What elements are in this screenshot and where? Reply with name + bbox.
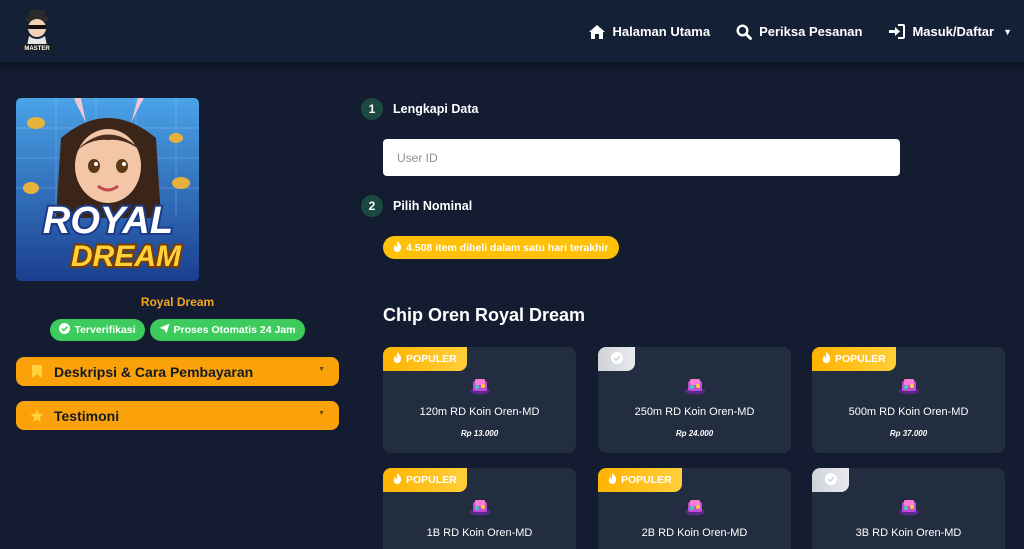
search-icon xyxy=(736,23,752,40)
product-name: 2B RD Koin Oren-MD xyxy=(641,527,748,539)
product-name: 250m RD Koin Oren-MD xyxy=(634,406,755,418)
chip-icon xyxy=(469,377,491,395)
step-2-label: Pilih Nominal xyxy=(393,199,473,213)
popular-flag: POPULER xyxy=(812,347,896,371)
nav-check-order[interactable]: Periksa Pesanan xyxy=(736,23,863,40)
chip-icon xyxy=(898,377,920,395)
fire-icon xyxy=(393,352,402,366)
home-icon xyxy=(588,24,606,40)
product-price: Rp 37.000 xyxy=(889,429,928,438)
product-name: 120m RD Koin Oren-MD xyxy=(419,406,540,418)
step-1-label: Lengkapi Data xyxy=(393,102,479,116)
product-section-title: Chip Oren Royal Dream xyxy=(383,305,586,325)
step-1: 1 Lengkapi Data xyxy=(361,98,478,120)
step-2-number: 2 xyxy=(361,195,383,217)
popular-flag: POPULER xyxy=(598,468,682,492)
product-card[interactable]: POPULER 500m RD Koin Oren-MD Rp 37.000 xyxy=(812,347,1005,453)
accordion-testimonials-label: Testimoni xyxy=(54,407,120,424)
chevron-down-icon: ▼ xyxy=(318,366,325,373)
product-card[interactable]: 3B RD Koin Oren-MD xyxy=(812,468,1005,549)
product-name: 3B RD Koin Oren-MD xyxy=(855,527,962,539)
product-card[interactable]: 250m RD Koin Oren-MD Rp 24.000 xyxy=(598,347,791,453)
nav-links: Halaman Utama Periksa Pesanan Masuk/Daft… xyxy=(588,0,1012,63)
chip-icon xyxy=(684,498,706,516)
product-price: Rp 24.000 xyxy=(675,429,714,438)
fire-icon xyxy=(393,473,402,487)
game-name: Royal Dream xyxy=(140,295,215,309)
user-id-input[interactable] xyxy=(383,139,900,176)
popular-flag: POPULER xyxy=(383,347,467,371)
logo-text: MASTER xyxy=(24,46,50,52)
game-image-text-bottom: DREAM xyxy=(71,240,182,273)
site-logo[interactable]: MASTER xyxy=(16,6,58,56)
popular-flag-label: POPULER xyxy=(406,474,457,486)
step-1-number: 1 xyxy=(361,98,383,120)
accordion-description-label: Deskripsi & Cara Pembayaran xyxy=(54,363,254,380)
sold-today-badge: 4.508 item dibeli dalam satu hari terakh… xyxy=(383,236,619,259)
product-card[interactable]: POPULER 2B RD Koin Oren-MD xyxy=(598,468,791,549)
verified-badge: Terverifikasi xyxy=(50,319,145,341)
sold-today-label: 4.508 item dibeli dalam satu hari terakh… xyxy=(406,241,609,254)
verified-badge-label: Terverifikasi xyxy=(74,324,136,336)
sign-in-icon xyxy=(888,24,906,39)
game-image: ROYAL DREAM xyxy=(16,98,199,281)
accordion-testimonials[interactable]: Testimoni ▼ xyxy=(16,401,339,430)
popular-flag-label: POPULER xyxy=(835,353,886,365)
product-name: 500m RD Koin Oren-MD xyxy=(848,406,969,418)
check-circle-icon xyxy=(59,323,71,337)
nav-home[interactable]: Halaman Utama xyxy=(588,24,711,40)
game-badges: Terverifikasi Proses Otomatis 24 Jam xyxy=(16,319,339,341)
accordion-description[interactable]: Deskripsi & Cara Pembayaran ▼ xyxy=(16,357,339,386)
chip-icon xyxy=(684,377,706,395)
nav-home-label: Halaman Utama xyxy=(612,24,711,39)
nav-login[interactable]: Masuk/Daftar ▼ xyxy=(888,24,1012,39)
popular-flag-label: POPULER xyxy=(406,353,457,365)
check-flag xyxy=(598,347,635,371)
game-image-text-top: ROYAL xyxy=(43,200,173,242)
check-circle-icon xyxy=(610,351,623,367)
star-icon xyxy=(30,409,44,423)
chip-icon xyxy=(898,498,920,516)
top-navbar: MASTER Halaman Utama Periksa Pesanan Mas… xyxy=(0,0,1024,63)
fire-icon xyxy=(822,352,831,366)
fire-icon xyxy=(393,240,402,255)
auto-process-badge: Proses Otomatis 24 Jam xyxy=(149,319,305,341)
chevron-down-icon: ▼ xyxy=(1003,26,1012,37)
check-flag xyxy=(812,468,849,492)
nav-login-label: Masuk/Daftar xyxy=(912,24,995,39)
popular-flag: POPULER xyxy=(383,468,467,492)
chip-icon xyxy=(469,498,491,516)
chevron-down-icon: ▼ xyxy=(318,410,325,417)
auto-process-badge-label: Proses Otomatis 24 Jam xyxy=(173,324,296,336)
product-price: Rp 13.000 xyxy=(460,429,499,438)
fire-icon xyxy=(608,473,617,487)
bookmark-icon xyxy=(30,365,44,378)
product-card[interactable]: POPULER 120m RD Koin Oren-MD Rp 13.000 xyxy=(383,347,576,453)
check-circle-icon xyxy=(824,472,837,488)
paper-plane-icon xyxy=(159,323,170,337)
popular-flag-label: POPULER xyxy=(621,474,672,486)
product-name: 1B RD Koin Oren-MD xyxy=(426,527,533,539)
nav-check-order-label: Periksa Pesanan xyxy=(759,24,863,39)
step-2: 2 Pilih Nominal xyxy=(361,195,472,217)
product-card[interactable]: POPULER 1B RD Koin Oren-MD xyxy=(383,468,576,549)
